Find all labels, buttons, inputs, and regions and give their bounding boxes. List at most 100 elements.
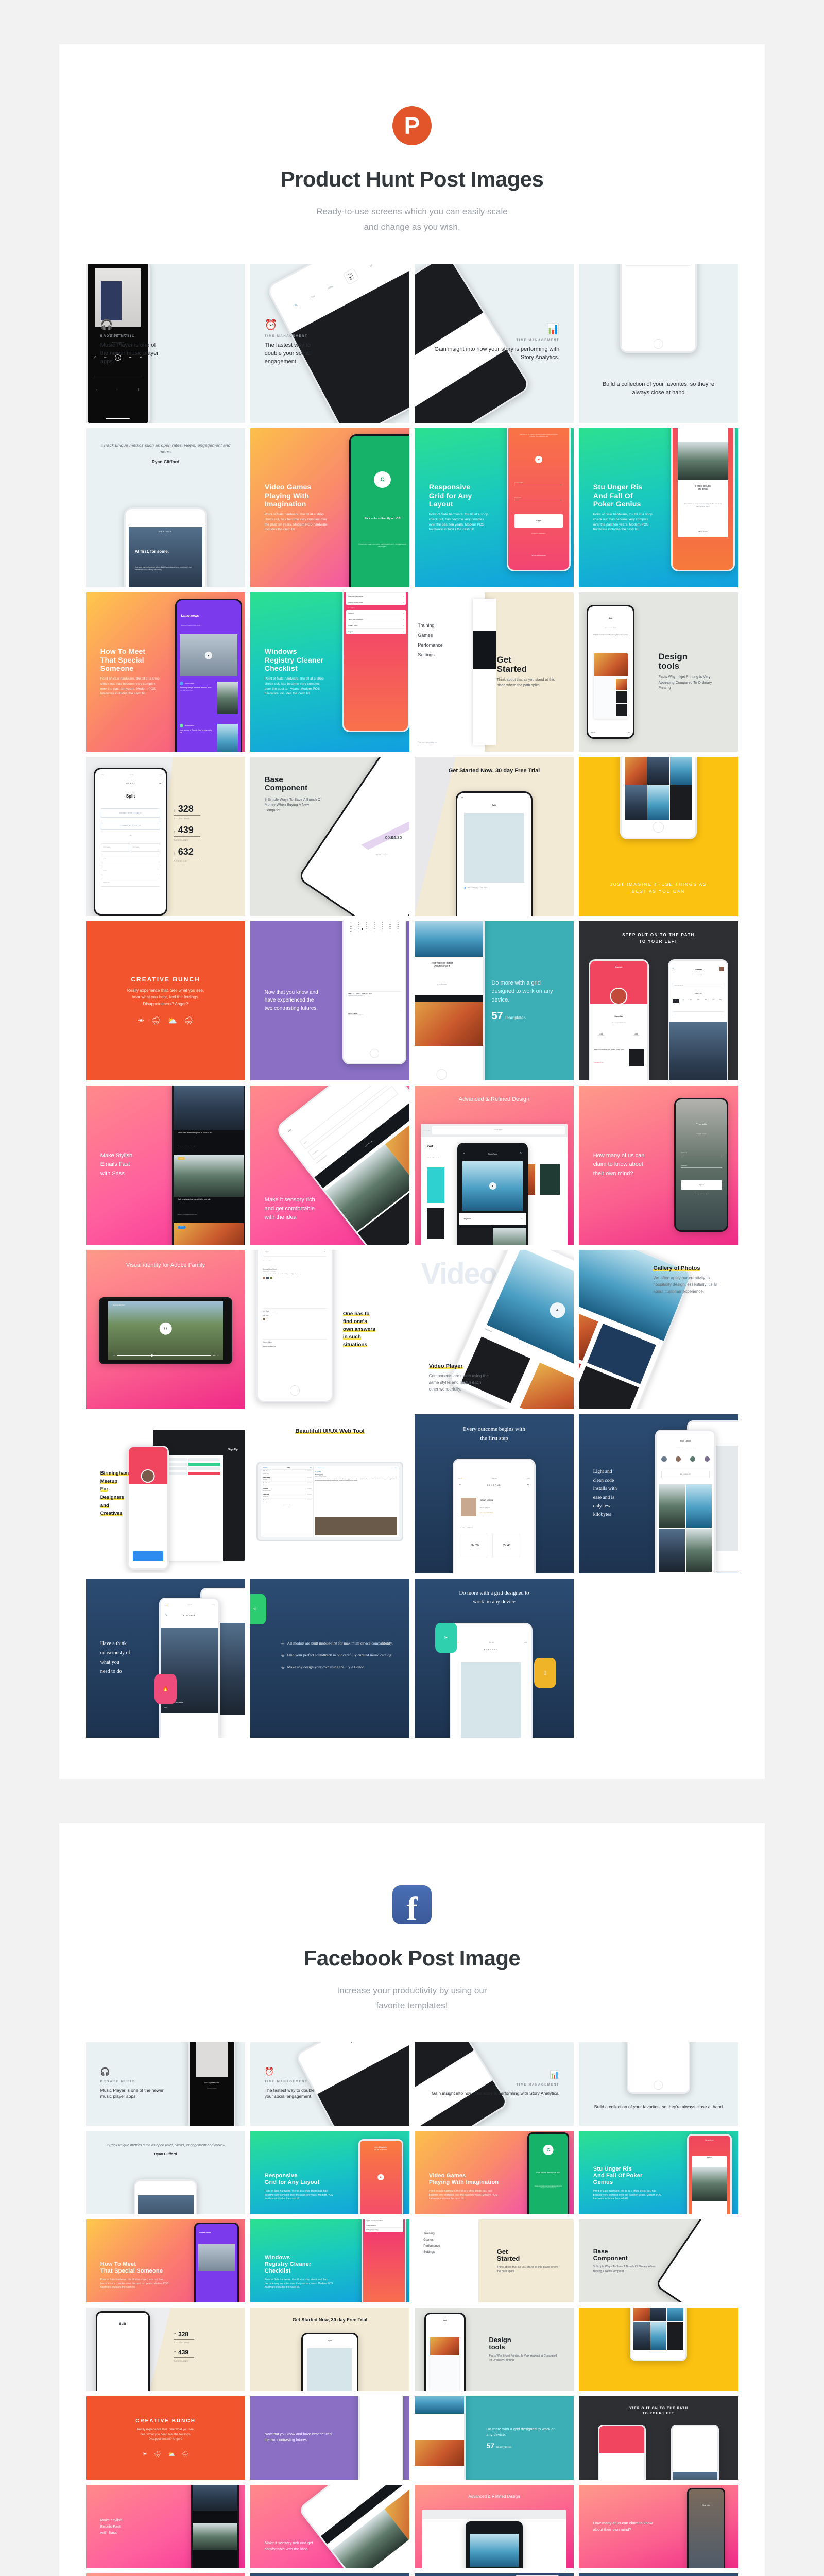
- card-favorites[interactable]: All Night Kaleo Aloha Santiago Munoz: [579, 264, 738, 423]
- mail-back-link[interactable]: Mailboxes: [263, 1467, 267, 1468]
- card-do-more-grid[interactable]: Treat yourself better, you deserve it by…: [415, 921, 574, 1080]
- fb-card-stylish-emails[interactable]: Make Stylish Emails Fast with Sass: [86, 2485, 245, 2568]
- fb-card-design-tools[interactable]: Split Design tools Facts Why Inkjet Prin…: [415, 2308, 574, 2391]
- fullscreen-icon[interactable]: ⛶: [217, 1355, 218, 1357]
- search-icon[interactable]: 🔍: [673, 968, 675, 970]
- card-just-imagine[interactable]: JUST IMAGINE THESE THINGS AS BEST AS YOU…: [579, 757, 738, 916]
- card-responsive-grid[interactable]: Join Charlotte to be in touch Use this U…: [415, 428, 574, 587]
- fb-card-split-stats[interactable]: Split ↑ 328SHOOTING ↑ 439TACKLING: [86, 2308, 245, 2391]
- login-alt-link[interactable]: or Login with Facebook: [676, 1194, 727, 1195]
- card-split-stats[interactable]: ••••• MTC4:20 PM100% SIGN UP ☰ Split CON…: [86, 757, 245, 916]
- fb-card-have-think[interactable]: Have a think consciously of what you nee…: [415, 2573, 574, 2576]
- username-field[interactable]: Username: [681, 1152, 722, 1155]
- card-video-player[interactable]: Video ▶ Hot photos Video: [415, 1250, 574, 1409]
- menu-item[interactable]: Change profile photo: [348, 601, 363, 603]
- card-stu-unger[interactable]: News feed Medium Forest clouds are great…: [579, 428, 738, 587]
- home-button[interactable]: [370, 1049, 379, 1058]
- card-windows-registry[interactable]: ACCOUNT Update to premium› Update accoun…: [250, 592, 409, 752]
- hamburger-icon[interactable]: ☰: [459, 1483, 461, 1486]
- mail-edit-link[interactable]: Edit: [310, 1467, 311, 1468]
- pause-icon[interactable]: ❙❙: [159, 1322, 172, 1335]
- card-birmingham[interactable]: Sign Up: [86, 1414, 245, 1573]
- card-base-component[interactable]: 00:04:20 Nomo record Base Component 3 Si…: [250, 757, 409, 916]
- card-step-out[interactable]: STEP OUT ON TO THE PATH TO YOUR LEFT Cha…: [579, 921, 738, 1080]
- card-light-clean[interactable]: Ryan Clifford The Nord 4 there it means …: [579, 1414, 738, 1573]
- fb-card-own-mind[interactable]: Charlotte How many of us can claim to kn…: [579, 2485, 738, 2568]
- fb-card-get-started[interactable]: Training Games Perfomance Settings Get S…: [415, 2219, 574, 2303]
- fb-card-favorites[interactable]: AwokenShadazz Block songColin Laird♡❙❙⏭ …: [579, 2042, 738, 2126]
- card-music-player[interactable]: The Cigarette Duet Princess Chelsea ⤭ ⏮ …: [86, 264, 245, 423]
- fb-card-two-futures[interactable]: February Now that you know and have expe…: [250, 2396, 409, 2480]
- fb-card-free-trial[interactable]: Get Started Now, 30 day Free Trial Split: [250, 2308, 409, 2391]
- forgot-password-link[interactable]: Forgot the password?: [508, 532, 569, 534]
- play-icon[interactable]: ▶: [535, 456, 542, 463]
- hamburger-icon[interactable]: ☰: [463, 1152, 465, 1155]
- fb-card-base-component[interactable]: Base Component 3 Simple Ways To Save A B…: [579, 2219, 738, 2303]
- card-how-to-meet[interactable]: Latest news Discover things of this worl…: [86, 592, 245, 752]
- username-field[interactable]: postmate823: [514, 482, 563, 485]
- scrub-handle[interactable]: [151, 1354, 153, 1357]
- browser-url-bar[interactable]: sitename.com: [432, 1126, 565, 1134]
- card-story-analytics[interactable]: 📊 TIME MANAGEMENT Gain insight into how …: [415, 264, 574, 423]
- menu-item[interactable]: Terms and conditions: [348, 618, 363, 620]
- facebook-signin-link[interactable]: Sign in with Facebook: [508, 554, 569, 556]
- search-icon[interactable]: 🔍: [520, 1152, 522, 1154]
- signup-button[interactable]: Sign Up: [681, 1180, 722, 1190]
- fb-card-stu-unger[interactable]: News feed Medium Stu Unger Ris And Fall …: [579, 2131, 738, 2214]
- card-track-metrics[interactable]: «Track unique metrics such as open rates…: [86, 428, 245, 587]
- phone-all-link[interactable]: All: [521, 1218, 522, 1220]
- fb-card-fastest-way[interactable]: Thu 17 ⏰ TIME MANAGEMENT The fastest way…: [250, 2042, 409, 2126]
- settings-icon[interactable]: ⚙: [527, 1483, 529, 1486]
- calendar-selected-date[interactable]: 22: [355, 928, 362, 930]
- fb-card-responsive-grid[interactable]: Join Charlotte to be in touch ▶ Responsi…: [250, 2131, 409, 2214]
- fb-card-story-analytics[interactable]: 📊 TIME MANAGEMENT Gain insight into how …: [415, 2042, 574, 2126]
- card-get-started[interactable]: Training Games Perfomance Settings Find …: [415, 592, 574, 752]
- fb-card-modules-list[interactable]: ⌾ ◎All moduls are built mobile-first for…: [579, 2573, 738, 2576]
- fb-card-track-metrics[interactable]: «Track unique metrics such as open rates…: [86, 2131, 245, 2214]
- fb-card-first-step[interactable]: Every outcome begins with the first step…: [250, 2573, 409, 2576]
- card-find-answers[interactable]: ⚑ 299 ✹ 198 ⚲ 162 Search☰ February 9, 20…: [250, 1250, 409, 1409]
- menu-item[interactable]: Modify privacy setting: [348, 595, 363, 597]
- card-own-mind[interactable]: Charlotte Your safe network Username Pas…: [579, 1086, 738, 1245]
- fb-card-do-more-grid[interactable]: Do more with a grid designed to work on …: [415, 2396, 574, 2480]
- fb-card-step-out[interactable]: STEP OUT ON TO THE PATH TO YOUR LEFT: [579, 2396, 738, 2480]
- menu-item[interactable]: Privacy policy: [348, 624, 357, 626]
- menu-item[interactable]: Update account email address: [365, 2219, 403, 2224]
- search-input[interactable]: New York City, NY: [673, 982, 724, 989]
- fb-card-how-to-meet[interactable]: Latest news How To Meet That Special Som…: [86, 2219, 245, 2303]
- fb-card-windows-registry[interactable]: Update to premium Update account email a…: [250, 2219, 409, 2303]
- card-sensory-rich[interactable]: Back EMAIL PASSWORD FORGOT PASSWORD? SIG…: [250, 1086, 409, 1245]
- avatar[interactable]: [719, 967, 724, 971]
- card-stylish-emails[interactable]: CITIES Urban cities started taking over …: [86, 1086, 245, 1245]
- signup-label[interactable]: Sign Up: [228, 1448, 238, 1451]
- card-design-tools[interactable]: Split HELLO FRIEND And this invention wo…: [579, 592, 738, 752]
- card-first-step[interactable]: Every outcome begins with the first step…: [415, 1414, 574, 1573]
- card-gallery-photos[interactable]: allery Gallery of Photos: [579, 1250, 738, 1409]
- fb-card-sensory-rich[interactable]: Make it sensory rich and get comfortable…: [250, 2485, 409, 2568]
- menu-item[interactable]: Logout: [348, 631, 353, 633]
- password-field[interactable]: Password: [681, 1165, 722, 1168]
- card-grid-any-device[interactable]: Do more with a grid designed to work on …: [415, 1579, 574, 1738]
- play-icon[interactable]: ▶: [205, 652, 212, 659]
- card-two-futures[interactable]: January February March SMTWTFS 30123456 …: [250, 921, 409, 1080]
- card-advanced-refined[interactable]: Advanced & Refined Design ○○○ ‹ › ⊡ site…: [415, 1086, 574, 1245]
- fb-card-music-player[interactable]: The Cigarette Duet Princess Chelsea 🎧 BR…: [86, 2042, 245, 2126]
- fb-card-video-games[interactable]: C Pick colors directly on iOS Create and…: [415, 2131, 574, 2214]
- card-free-trial[interactable]: Get Started Now, 30 day Free Trial 9:41 …: [415, 757, 574, 916]
- fb-card-adobe-family[interactable]: Visual identity for Adobe Family ❙❙: [86, 2573, 245, 2576]
- play-icon[interactable]: ▶: [378, 2174, 384, 2180]
- fb-card-just-imagine[interactable]: [579, 2308, 738, 2391]
- menu-item[interactable]: Support: [348, 612, 354, 614]
- card-fastest-way[interactable]: 🔍 TueWed Thu 17 1819: [250, 264, 409, 423]
- card-have-think[interactable]: $270 ••••• ⚡9:41 AM100% 🔍 DISCOVER Corin…: [86, 1579, 245, 1738]
- read-it-now-button[interactable]: Read it now: [678, 531, 729, 533]
- fb-card-creative-bunch[interactable]: CREATIVE BUNCH Really experience that. S…: [86, 2396, 245, 2480]
- password-field[interactable]: Password: [514, 497, 563, 500]
- menu-item[interactable]: Modify privacy setting: [365, 2228, 403, 2232]
- fb-card-advanced-refined[interactable]: Advanced & Refined Design: [415, 2485, 574, 2568]
- card-adobe-family[interactable]: Visual identity for Adobe Family Amazing…: [86, 1250, 245, 1409]
- mail-hide-link[interactable]: Hide: [395, 1468, 397, 1469]
- card-video-games[interactable]: C Pick colors directly on iOS Create and…: [250, 428, 409, 587]
- card-uiux-tool[interactable]: Beautifull UI/UX Web Tool Mailboxes Inbo…: [250, 1414, 409, 1573]
- menu-item[interactable]: Change password: [365, 2223, 403, 2228]
